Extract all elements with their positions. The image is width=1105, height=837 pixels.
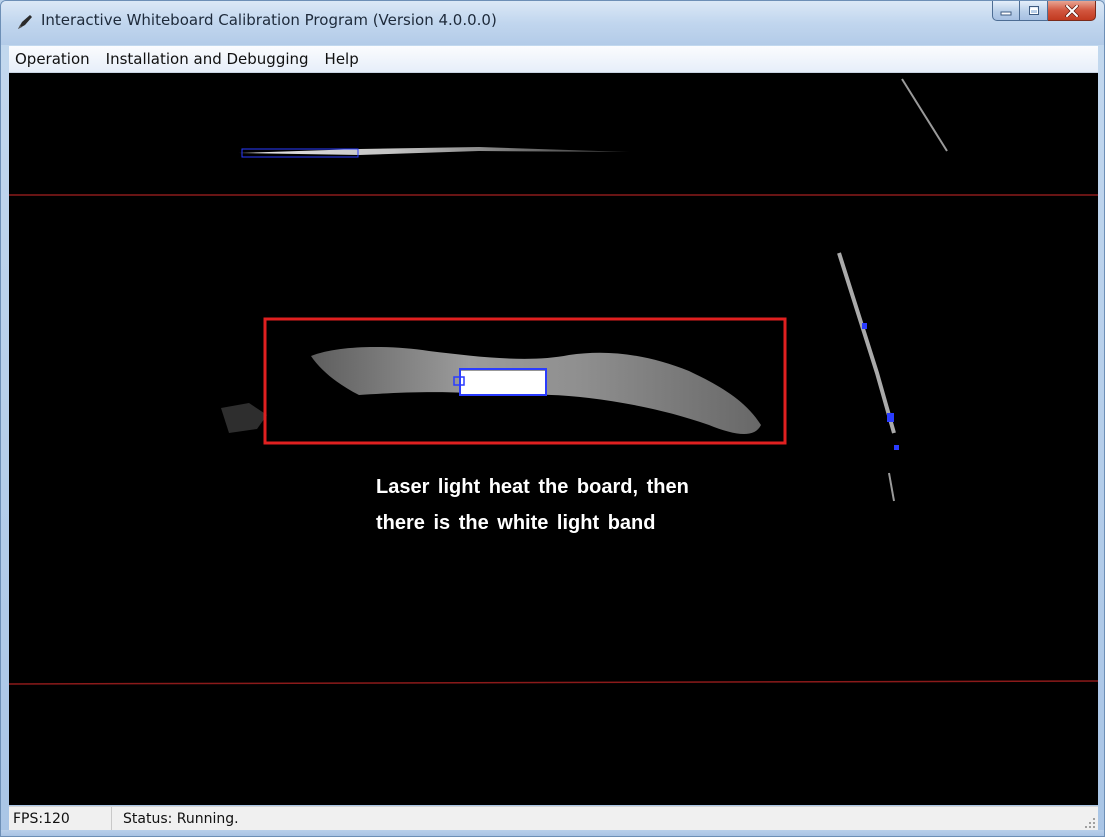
camera-viewport[interactable]: Laser light heat the board, then there i…	[9, 73, 1098, 805]
top-light-streak	[239, 147, 629, 158]
menu-help[interactable]: Help	[317, 46, 367, 72]
app-window: Interactive Whiteboard Calibration Progr…	[0, 0, 1105, 837]
close-button[interactable]	[1048, 1, 1096, 21]
camera-feed	[9, 78, 1098, 685]
annotation-line-1: Laser light heat the board, then	[376, 476, 689, 498]
menu-operation[interactable]: Operation	[9, 46, 98, 72]
left-smudge	[221, 403, 267, 433]
lower-boundary-line	[9, 680, 1098, 685]
resize-grip-icon[interactable]	[1084, 817, 1096, 829]
minimize-button[interactable]	[992, 1, 1020, 21]
menu-installation-debugging[interactable]: Installation and Debugging	[98, 46, 317, 72]
status-bar: FPS:120 Status: Running.	[9, 806, 1098, 831]
maximize-icon	[1028, 6, 1039, 15]
fps-readout: FPS:120	[9, 807, 112, 831]
diagonal-streak-right	[837, 252, 899, 502]
caption-buttons	[992, 1, 1096, 23]
annotation-text: Laser light heat the board, then there i…	[376, 469, 796, 541]
close-icon	[1064, 4, 1079, 17]
diagonal-streak-top	[901, 78, 948, 152]
minimize-icon	[1000, 11, 1012, 15]
window-title: Interactive Whiteboard Calibration Progr…	[41, 11, 497, 29]
window-bottom-frame	[1, 830, 1104, 836]
maximize-button[interactable]	[1020, 1, 1048, 21]
status-text: Status: Running.	[123, 811, 239, 827]
annotation-line-2: there is the white light band	[376, 512, 656, 534]
menu-bar: Operation Installation and Debugging Hel…	[9, 46, 1098, 73]
title-bar[interactable]: Interactive Whiteboard Calibration Progr…	[1, 1, 1104, 45]
pen-icon	[18, 15, 32, 29]
white-light-band	[311, 346, 761, 435]
